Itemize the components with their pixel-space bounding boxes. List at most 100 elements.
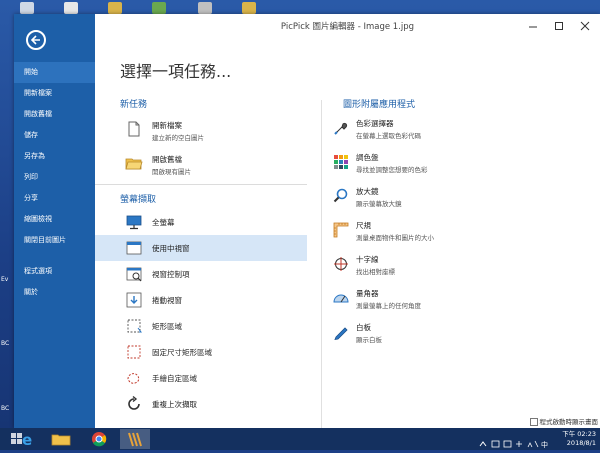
sidebar-item-close-image[interactable]: 關閉目前圖片: [14, 230, 95, 251]
tray-icon-set: 中: [479, 440, 548, 449]
magnifier-item[interactable]: 放大鏡 顯示螢幕放大鏡: [328, 182, 598, 216]
protractor-title: 量角器: [356, 289, 379, 298]
system-clock[interactable]: 下午 02:23 2018/8/1: [562, 430, 596, 447]
capture-fullscreen-label: 全螢幕: [152, 218, 175, 227]
palette-item[interactable]: 調色盤 尋找並調整您想要的色彩: [328, 148, 598, 182]
open-file-title: 開啟舊檔: [152, 155, 182, 164]
open-file-desc: 開啟現有圖片: [152, 168, 191, 176]
svg-text:e: e: [22, 431, 32, 449]
clock-time: 下午 02:23: [562, 430, 596, 438]
active-window-icon: [126, 241, 142, 255]
color-picker-title: 色彩選擇器: [356, 119, 394, 128]
eyedropper-icon: [334, 122, 348, 135]
capture-rect-region-item[interactable]: 矩形區域: [95, 313, 307, 339]
back-arrow-icon: [30, 35, 40, 45]
checkbox-box[interactable]: [529, 418, 538, 426]
desktop-icon[interactable]: [20, 2, 34, 14]
crosshair-icon: [334, 257, 348, 271]
crosshair-title: 十字線: [356, 255, 379, 264]
ruler-desc: 測量桌面物件和圖片的大小: [356, 234, 434, 242]
column-divider: [321, 100, 322, 430]
sidebar-item-save[interactable]: 儲存: [14, 125, 95, 146]
ruler-icon: [333, 222, 349, 238]
taskbar-explorer-button[interactable]: [46, 429, 76, 449]
capture-active-window-label: 使用中視窗: [152, 244, 190, 253]
sidebar-menu: 開始 開新檔案 開啟舊檔 儲存 另存為 列印 分享 縮圖檢視 關閉目前圖片 程式…: [14, 62, 95, 303]
picpick-window: 開始 開新檔案 開啟舊檔 儲存 另存為 列印 分享 縮圖檢視 關閉目前圖片 程式…: [14, 14, 600, 430]
capture-window-control-item[interactable]: 視窗控制項: [95, 261, 307, 287]
sidebar-item-thumbnails[interactable]: 縮圖檢視: [14, 209, 95, 230]
whiteboard-title: 白板: [356, 323, 371, 332]
desktop-icon-label: BC: [1, 405, 10, 412]
capture-freehand-item[interactable]: 手繪自定區域: [95, 365, 307, 391]
back-button[interactable]: [26, 30, 46, 50]
start-page: 選擇一項任務... 新任務 開新檔案 建立新的空白圖片 開啟舊檔 開啟現有圖片: [95, 40, 600, 430]
palette-desc: 尋找並調整您想要的色彩: [356, 166, 428, 174]
desktop-icon[interactable]: [152, 2, 166, 14]
repeat-icon: [128, 395, 140, 410]
ruler-item[interactable]: 尺規 測量桌面物件和圖片的大小: [328, 216, 598, 250]
taskbar-picpick-button[interactable]: [120, 429, 150, 449]
page-title: 選擇一項任務...: [120, 62, 232, 81]
close-button[interactable]: [574, 18, 596, 34]
capture-scroll-window-item[interactable]: 捲動視窗: [95, 287, 307, 313]
desktop-icon[interactable]: [108, 2, 122, 14]
desktop-icon-row: [0, 0, 600, 14]
crosshair-desc: 找出相對座標: [356, 268, 395, 276]
color-picker-item[interactable]: 色彩選擇器 在螢幕上選取色彩代碼: [328, 114, 598, 148]
folder-icon: [51, 434, 71, 446]
sidebar-item-share[interactable]: 分享: [14, 188, 95, 209]
open-file-item[interactable]: 開啟舊檔 開啟現有圖片: [95, 148, 307, 178]
whiteboard-icon: [334, 327, 348, 340]
sidebar-item-about[interactable]: 關於: [14, 282, 95, 303]
svg-text:中: 中: [541, 440, 548, 449]
title-bar[interactable]: PicPick 圖片編輯器 - Image 1.jpg: [95, 14, 600, 40]
desktop-icon-label: Ev: [1, 276, 9, 283]
whiteboard-desc: 顯示白板: [356, 336, 382, 344]
magnifier-desc: 顯示螢幕放大鏡: [356, 200, 402, 208]
system-tray-icons[interactable]: 中: [478, 434, 550, 449]
capture-window-control-label: 視窗控制項: [152, 270, 190, 279]
capture-active-window-item[interactable]: 使用中視窗: [95, 235, 307, 261]
capture-fullscreen-item[interactable]: 全螢幕: [95, 209, 307, 235]
new-file-icon: [128, 121, 140, 137]
capture-heading: 螢幕擷取: [120, 195, 157, 205]
startup-checkbox-label: 程式啟動時顯示畫面: [539, 418, 599, 426]
new-task-heading: 新任務: [120, 100, 148, 110]
window-control-icon: [126, 267, 142, 282]
taskbar: e 中 下午 02:23 2018/8/1: [0, 428, 600, 450]
whiteboard-item[interactable]: 白板 顯示白板: [328, 318, 598, 352]
palette-icon: [334, 155, 348, 169]
taskbar-ie-button[interactable]: e: [12, 429, 42, 449]
minimize-button[interactable]: [522, 18, 544, 34]
crosshair-item[interactable]: 十字線 找出相對座標: [328, 250, 598, 284]
capture-freehand-label: 手繪自定區域: [152, 374, 197, 383]
clock-date: 2018/8/1: [566, 438, 596, 447]
maximize-button[interactable]: [548, 18, 570, 34]
sidebar-item-save-as[interactable]: 另存為: [14, 146, 95, 167]
right-column: 圖形附屬應用程式 色彩選擇器 在螢幕上選取色彩代碼 調色盤 尋找並調整您想要的色…: [328, 96, 598, 352]
desktop-icon[interactable]: [64, 2, 78, 14]
new-file-item[interactable]: 開新檔案 建立新的空白圖片: [95, 114, 307, 144]
sidebar-item-new[interactable]: 開新檔案: [14, 83, 95, 104]
startup-checkbox[interactable]: 程式啟動時顯示畫面: [529, 416, 599, 426]
maximize-icon: [555, 22, 563, 30]
picpick-icon: [128, 432, 142, 447]
left-column: 新任務 開新檔案 建立新的空白圖片 開啟舊檔 開啟現有圖片 螢幕擷取 全螢幕 使…: [95, 96, 307, 417]
desktop-icon[interactable]: [198, 2, 212, 14]
sidebar-item-options[interactable]: 程式選項: [14, 261, 95, 282]
fixed-region-icon: [127, 345, 141, 359]
taskbar-chrome-button[interactable]: [84, 429, 114, 449]
scroll-window-icon: [126, 292, 142, 308]
capture-fixed-region-item[interactable]: 固定尺寸矩形區域: [95, 339, 307, 365]
desktop-icon[interactable]: [242, 2, 256, 14]
minimize-icon: [529, 26, 537, 28]
protractor-item[interactable]: 量角器 測量螢幕上的任何角度: [328, 284, 598, 318]
sidebar-item-print[interactable]: 列印: [14, 167, 95, 188]
monitor-icon: [126, 215, 142, 230]
accessories-heading: 圖形附屬應用程式: [343, 100, 416, 110]
capture-repeat-item[interactable]: 重複上次擷取: [95, 391, 307, 417]
sidebar-item-open[interactable]: 開啟舊檔: [14, 104, 95, 125]
section-divider: [95, 184, 307, 185]
sidebar-item-start[interactable]: 開始: [14, 62, 95, 83]
